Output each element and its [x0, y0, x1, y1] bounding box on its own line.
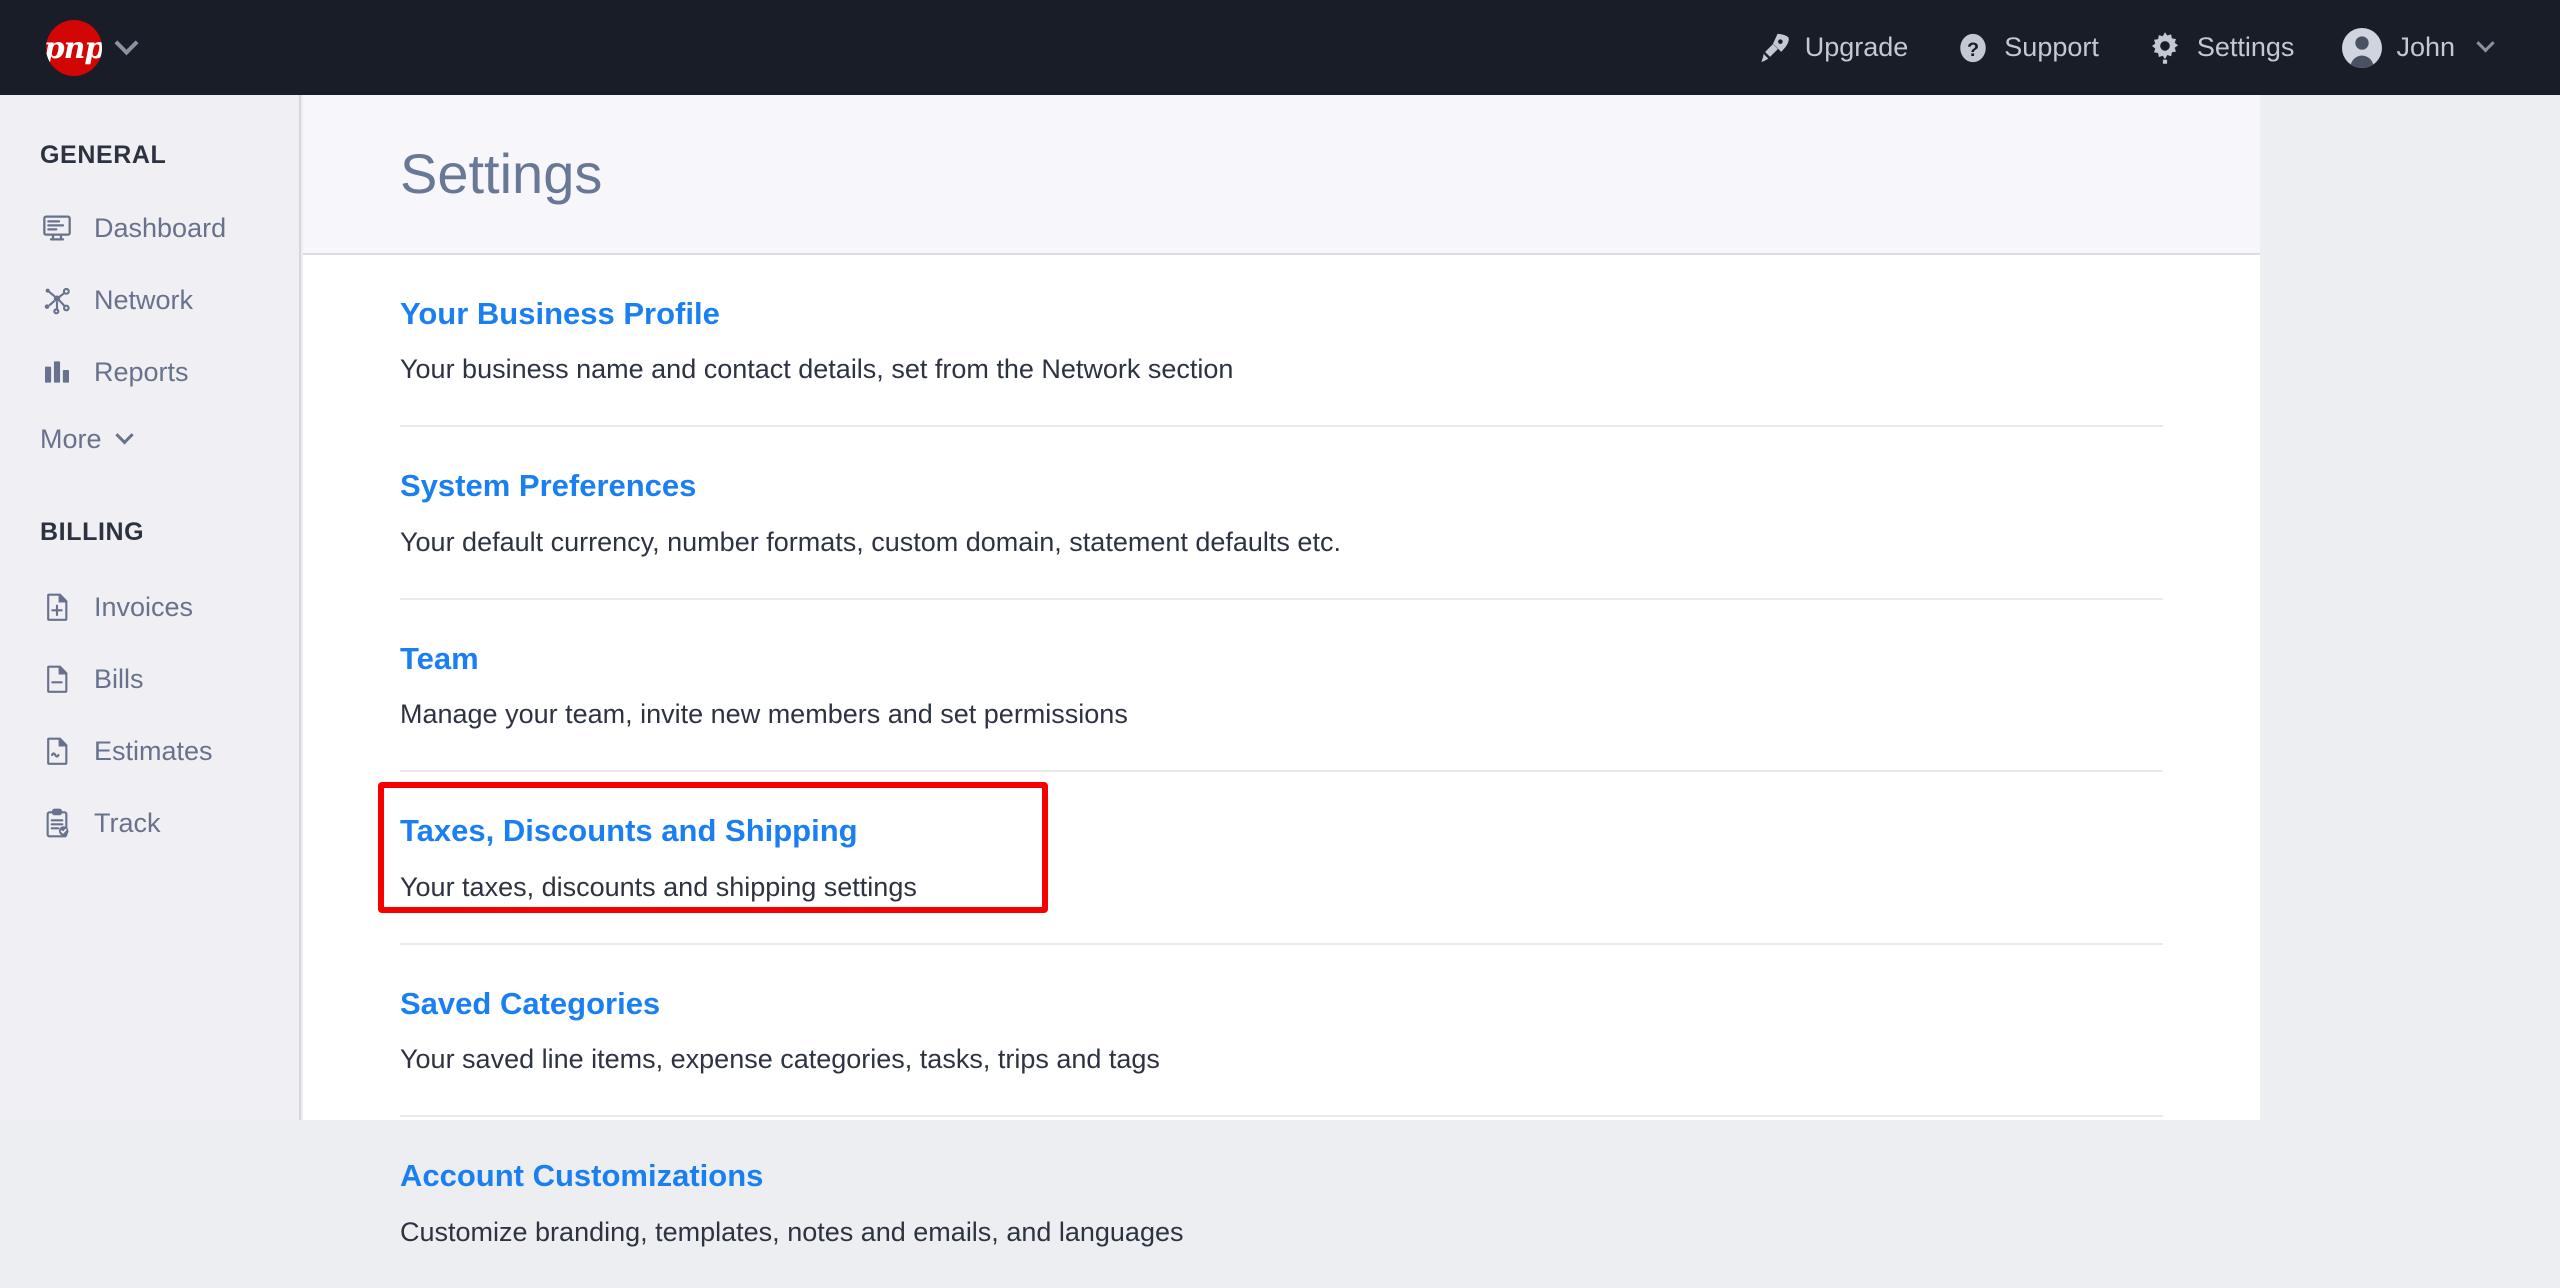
sidebar-item-invoices[interactable]: Invoices — [0, 571, 299, 643]
settings-link-business-profile[interactable]: Your Business Profile — [400, 297, 720, 331]
clipboard-check-icon — [40, 806, 74, 840]
avatar — [2342, 28, 2382, 68]
sidebar-item-network-label: Network — [94, 285, 193, 316]
sidebar-item-bills-label: Bills — [94, 664, 144, 695]
sidebar-item-track-label: Track — [94, 808, 161, 839]
settings-desc-team: Manage your team, invite new members and… — [400, 698, 2163, 730]
settings-link-saved-categories[interactable]: Saved Categories — [400, 987, 660, 1021]
logo-wordmark: pnp — [46, 34, 102, 64]
sidebar: GENERAL Dashboard Network — [0, 95, 301, 1120]
question-circle-icon: ? — [1956, 31, 1990, 65]
settings-list: Your Business Profile Your business name… — [303, 255, 2260, 1288]
sidebar-item-bills[interactable]: Bills — [0, 643, 299, 715]
pnp-logo-icon[interactable]: pnp — [46, 20, 102, 76]
sidebar-more-label: More — [40, 424, 102, 455]
sidebar-item-reports[interactable]: Reports — [0, 336, 299, 408]
settings-desc-account-customizations: Customize branding, templates, notes and… — [400, 1216, 2163, 1248]
sidebar-item-reports-label: Reports — [94, 357, 189, 388]
page-title: Settings — [303, 146, 602, 202]
svg-text:?: ? — [1967, 38, 1979, 60]
top-nav-user-menu[interactable]: John — [2318, 0, 2516, 95]
page-header: Settings — [303, 95, 2260, 255]
settings-row-account-customizations: Account Customizations Customize brandin… — [400, 1117, 2163, 1287]
settings-link-team[interactable]: Team — [400, 642, 479, 676]
settings-desc-saved-categories: Your saved line items, expense categorie… — [400, 1043, 2163, 1075]
settings-row-business-profile: Your Business Profile Your business name… — [400, 255, 2163, 427]
top-nav-user-label: John — [2396, 34, 2455, 61]
settings-link-taxes-discounts-shipping[interactable]: Taxes, Discounts and Shipping — [400, 814, 858, 848]
settings-desc-taxes-discounts-shipping: Your taxes, discounts and shipping setti… — [400, 871, 2163, 903]
rocket-icon — [1757, 31, 1791, 65]
top-nav-settings[interactable]: Settings — [2123, 0, 2319, 95]
sidebar-item-track[interactable]: Track — [0, 787, 299, 859]
bar-chart-icon — [40, 355, 74, 389]
user-chevron-down-icon[interactable] — [2476, 34, 2494, 52]
document-plus-icon — [40, 590, 74, 624]
sidebar-section-title-general: GENERAL — [0, 141, 299, 170]
settings-link-system-preferences[interactable]: System Preferences — [400, 469, 696, 503]
settings-desc-business-profile: Your business name and contact details, … — [400, 353, 2163, 385]
sidebar-item-estimates[interactable]: Estimates — [0, 715, 299, 787]
sidebar-item-network[interactable]: Network — [0, 264, 299, 336]
chevron-down-icon[interactable] — [115, 426, 133, 444]
settings-row-saved-categories: Saved Categories Your saved line items, … — [400, 945, 2163, 1117]
sidebar-item-estimates-label: Estimates — [94, 736, 213, 767]
top-nav-upgrade-label: Upgrade — [1805, 34, 1909, 61]
settings-desc-system-preferences: Your default currency, number formats, c… — [400, 526, 2163, 558]
brand-chevron-down-icon[interactable] — [114, 31, 138, 55]
document-tilde-icon — [40, 734, 74, 768]
sidebar-section-title-billing: BILLING — [0, 518, 299, 547]
brand-logo-group[interactable]: pnp — [46, 20, 135, 76]
gear-icon — [2147, 30, 2183, 66]
sidebar-more-toggle[interactable]: More — [0, 408, 299, 470]
sidebar-item-dashboard[interactable]: Dashboard — [0, 192, 299, 264]
settings-row-team: Team Manage your team, invite new member… — [400, 600, 2163, 772]
document-minus-icon — [40, 662, 74, 696]
sidebar-item-dashboard-label: Dashboard — [94, 213, 226, 244]
sidebar-item-invoices-label: Invoices — [94, 592, 193, 623]
network-nodes-icon — [40, 283, 74, 317]
top-nav-support[interactable]: ? Support — [1932, 0, 2123, 95]
main-content: Settings Your Business Profile Your busi… — [303, 95, 2260, 1120]
monitor-icon — [40, 211, 74, 245]
top-nav-settings-label: Settings — [2197, 34, 2295, 61]
settings-row-system-preferences: System Preferences Your default currency… — [400, 427, 2163, 599]
top-nav-support-label: Support — [2004, 34, 2099, 61]
settings-row-taxes-discounts-shipping: Taxes, Discounts and Shipping Your taxes… — [400, 772, 2163, 944]
top-nav-items: Upgrade ? Support Settings — [1733, 0, 2560, 95]
top-navigation-bar: pnp Upgrade ? Support — [0, 0, 2560, 95]
top-nav-upgrade[interactable]: Upgrade — [1733, 0, 1933, 95]
settings-link-account-customizations[interactable]: Account Customizations — [400, 1159, 763, 1193]
